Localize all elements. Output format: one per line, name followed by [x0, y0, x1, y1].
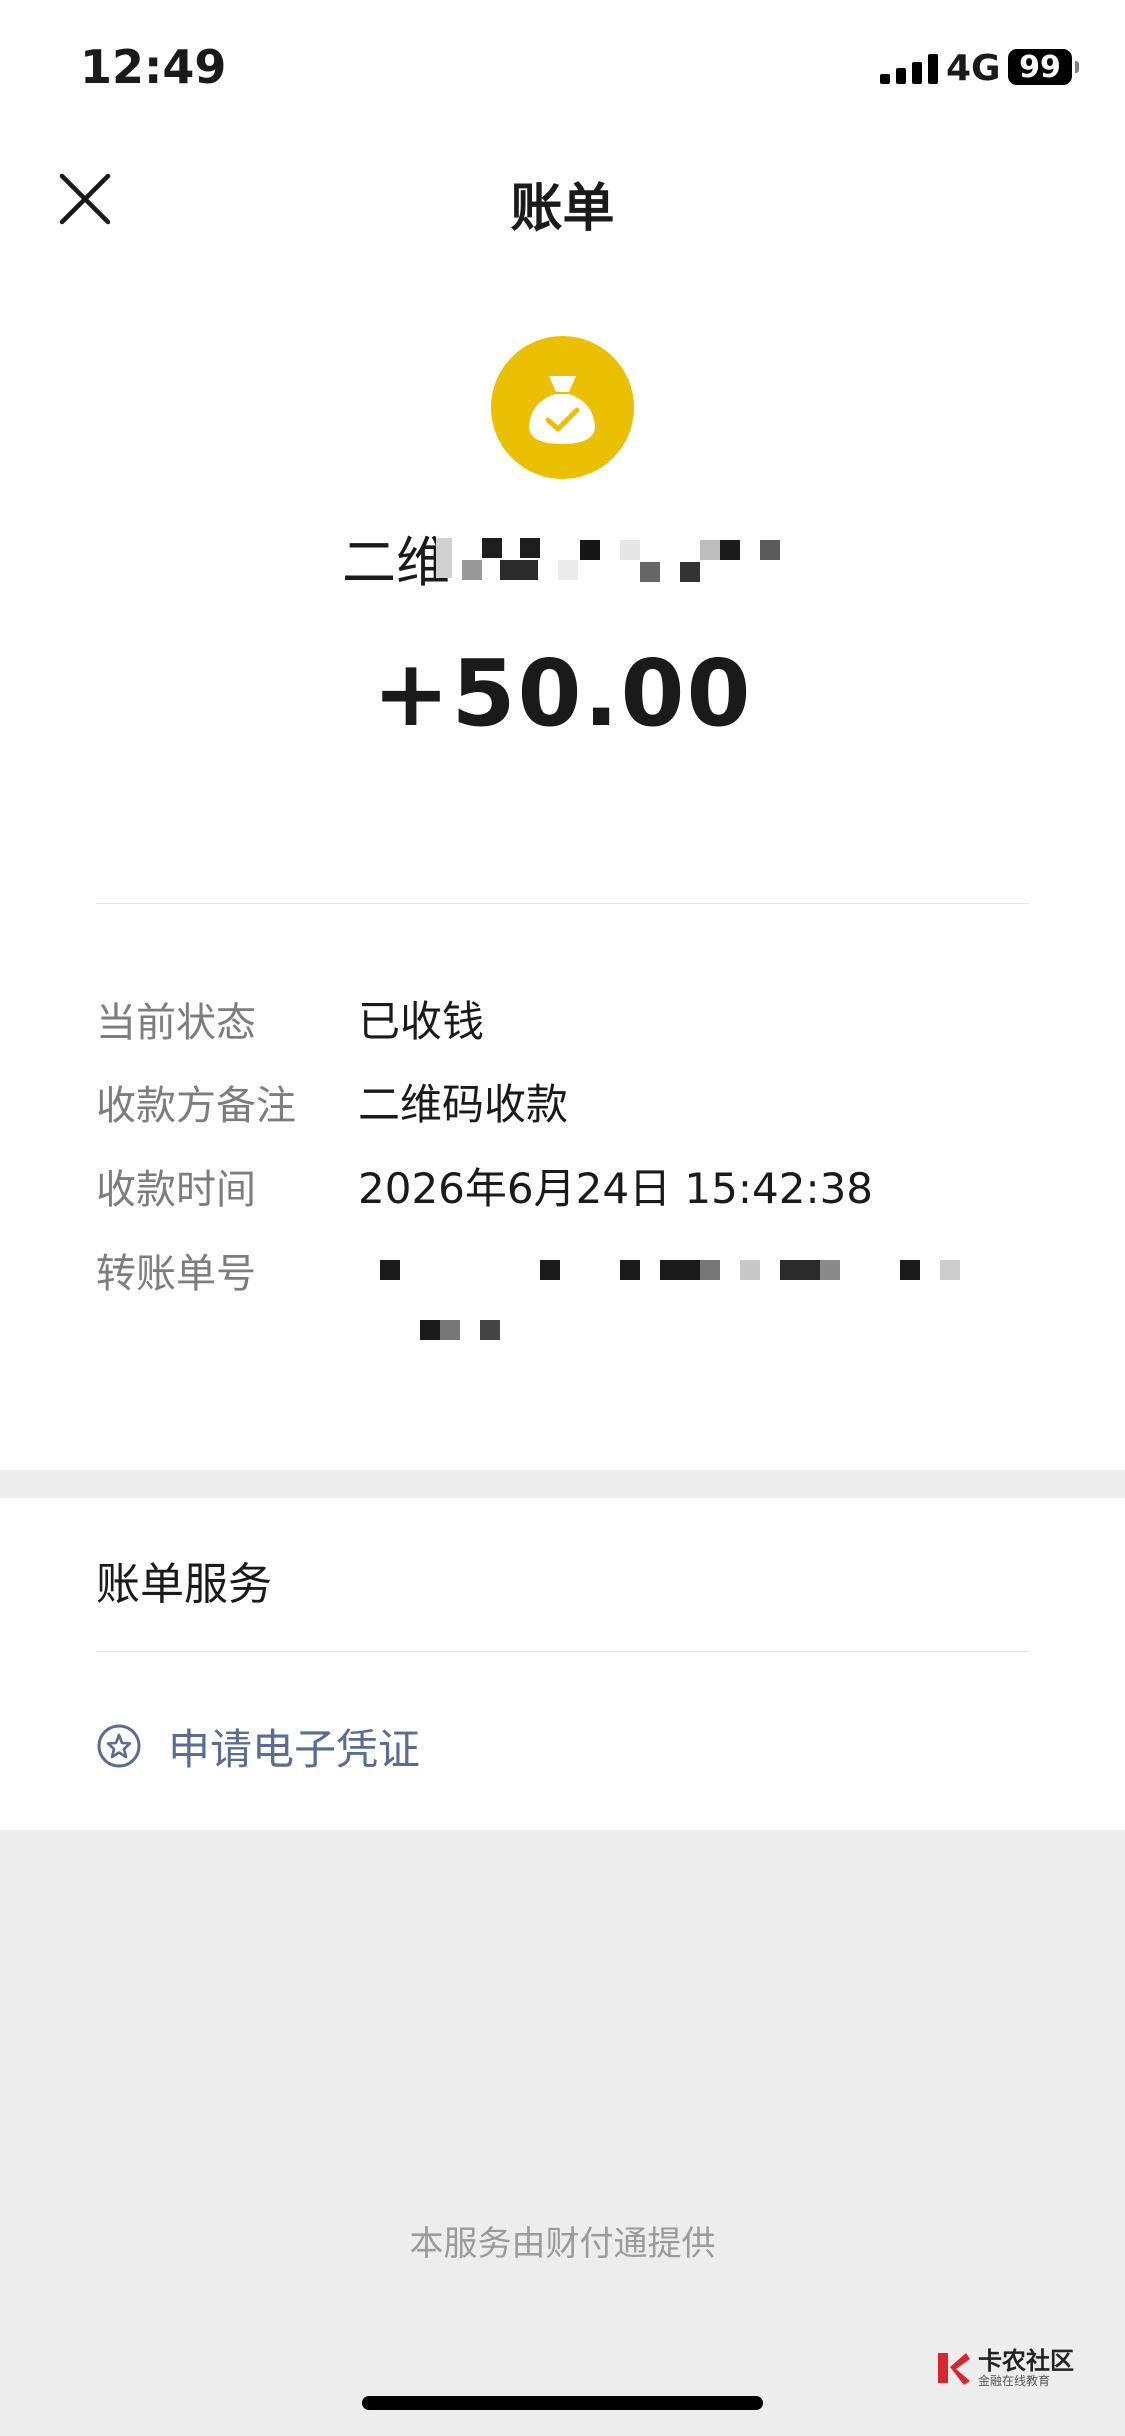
- redaction-block: [480, 1320, 500, 1340]
- transfer-number-label: 转账单号: [96, 1251, 256, 1297]
- apply-e-voucher-link[interactable]: 申请电子凭证: [96, 1716, 420, 1776]
- merchant-name: 二维: [342, 531, 450, 594]
- home-indicator[interactable]: [362, 2396, 763, 2410]
- redaction-block: [640, 562, 660, 582]
- redaction-block: [720, 540, 740, 560]
- redaction-block: [900, 1260, 920, 1280]
- redaction-block: [380, 1260, 400, 1280]
- status-label: 当前状态: [96, 1000, 256, 1046]
- watermark-tagline: 金融在线教育: [978, 2374, 1051, 2388]
- redaction-block: [820, 1260, 840, 1280]
- receive-time-value: 2026年6月24日 15:42:38: [358, 1164, 874, 1213]
- kanong-logo-icon: [934, 2349, 972, 2387]
- payee-note-label: 收款方备注: [96, 1083, 296, 1129]
- redaction-block: [440, 1320, 460, 1340]
- redaction-block: [740, 1260, 760, 1280]
- redaction-block: [680, 562, 700, 582]
- redaction-block: [500, 560, 538, 580]
- watermark-logo: 卡农社区 金融在线教育: [934, 2348, 1074, 2388]
- redaction-block: [520, 538, 540, 558]
- provider-note: 本服务由财付通提供: [409, 2224, 716, 2264]
- redaction-block: [482, 538, 502, 558]
- transfer-number-value[interactable]: [358, 1250, 978, 1350]
- network-type: 4G: [946, 48, 1001, 89]
- redaction-block: [558, 560, 578, 580]
- redaction-block: [462, 560, 482, 580]
- redaction-block: [700, 540, 720, 560]
- battery-icon: 99: [1008, 49, 1072, 85]
- battery-level: 99: [1019, 49, 1061, 85]
- redaction-block: [620, 540, 640, 560]
- status-time: 12:49: [80, 40, 227, 94]
- divider: [96, 903, 1029, 904]
- redaction-block: [420, 1320, 440, 1340]
- apply-e-voucher-label: 申请电子凭证: [168, 1724, 421, 1774]
- redaction-block: [780, 1260, 820, 1280]
- payee-note-value: 二维码收款: [358, 1080, 569, 1129]
- bill-services-title: 账单服务: [96, 1559, 272, 1610]
- divider: [96, 1651, 1029, 1652]
- receive-time-label: 收款时间: [96, 1167, 256, 1213]
- amount: +50.00: [372, 640, 753, 747]
- redaction-block: [660, 1260, 700, 1280]
- star-circle-icon: [97, 1724, 141, 1768]
- merchant-row: 二维: [0, 518, 1125, 594]
- money-bag-check-icon: [491, 336, 634, 479]
- watermark-brand: 卡农社区: [978, 2347, 1074, 2375]
- signal-icon: [880, 54, 940, 84]
- redaction-block: [620, 1260, 640, 1280]
- redaction-block: [760, 540, 780, 560]
- redaction-block: [540, 1260, 560, 1280]
- page-title: 账单: [510, 179, 615, 239]
- redaction-block: [700, 1260, 720, 1280]
- redaction-block: [580, 540, 600, 560]
- redaction-block: [940, 1260, 960, 1280]
- battery-tip: [1075, 61, 1079, 73]
- redaction-block: [436, 538, 452, 578]
- status-value: 已收钱: [358, 997, 485, 1046]
